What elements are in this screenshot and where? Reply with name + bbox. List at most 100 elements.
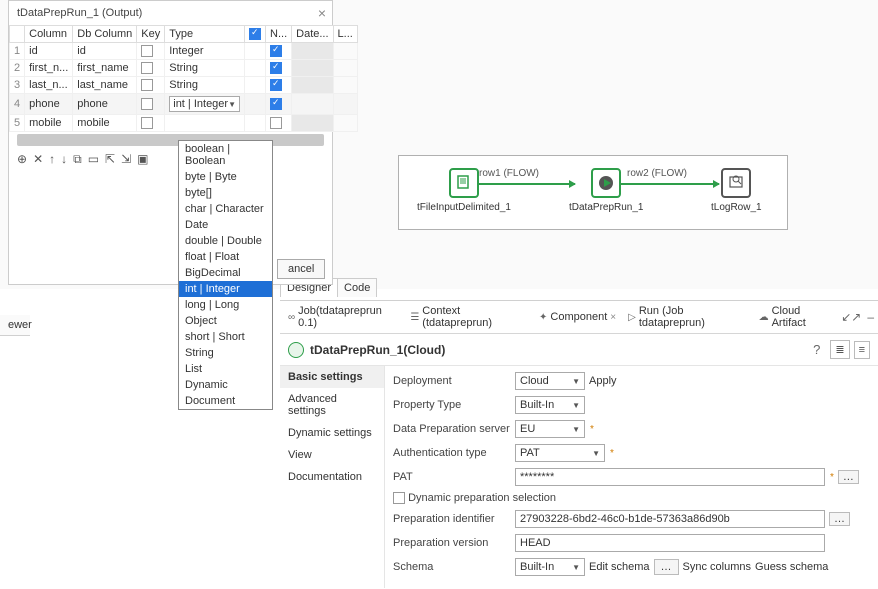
delete-row-icon[interactable]: ✕ [33,152,43,167]
settings-nav-item[interactable]: View [280,444,384,466]
date-pattern-cell[interactable] [292,94,333,115]
property-type-select[interactable]: Built-In▼ [515,396,585,414]
tab-context[interactable]: ☰Context (tdatapreprun) [406,303,531,331]
edit-schema-button[interactable]: … [654,559,679,575]
help-icon[interactable]: ? [813,342,820,357]
view-list-icon[interactable]: ≣ [830,340,849,359]
auth-select[interactable]: PAT▼ [515,444,605,462]
guess-schema-link[interactable]: Guess schema [755,561,828,573]
type-option[interactable]: byte | Byte [179,169,272,185]
schema-select[interactable]: Built-In▼ [515,558,585,576]
settings-nav-item[interactable]: Basic settings [280,366,384,388]
sync-columns-link[interactable]: Sync columns [683,561,751,573]
table-row[interactable]: 1ididInteger [10,43,358,60]
length-cell[interactable] [333,115,357,132]
type-option[interactable]: long | Long [179,297,272,313]
db-column-cell[interactable]: mobile [73,115,137,132]
column-header[interactable]: N... [266,26,292,43]
db-column-cell[interactable]: first_name [73,60,137,77]
type-option[interactable]: int | Integer [179,281,272,297]
column-header[interactable] [10,26,25,43]
nullable-checkbox[interactable] [270,117,282,129]
settings-nav-item[interactable]: Advanced settings [280,388,384,422]
pat-browse-button[interactable]: … [838,470,859,484]
column-header[interactable]: Key [137,26,165,43]
type-option[interactable]: double | Double [179,233,272,249]
column-header[interactable]: Db Column [73,26,137,43]
job-canvas[interactable]: row1 (FLOW) row2 (FLOW) tFileInputDelimi… [398,155,788,230]
column-header[interactable]: L... [333,26,357,43]
column-name-cell[interactable]: last_n... [25,77,73,94]
settings-nav-item[interactable]: Dynamic settings [280,422,384,444]
key-checkbox[interactable] [141,62,153,74]
date-pattern-cell[interactable] [292,77,333,94]
type-cell[interactable]: Integer [165,43,245,60]
column-name-cell[interactable]: phone [25,94,73,115]
type-option[interactable]: BigDecimal [179,265,272,281]
db-column-cell[interactable]: phone [73,94,137,115]
db-column-cell[interactable]: last_name [73,77,137,94]
prep-ver-field[interactable]: HEAD [515,534,825,552]
table-row[interactable]: 5mobilemobile [10,115,358,132]
column-header[interactable] [245,26,266,43]
header-checkbox[interactable] [249,28,261,40]
nullable-checkbox[interactable] [270,98,282,110]
save-icon[interactable]: ▣ [137,152,148,167]
view-compact-icon[interactable]: ≡ [854,341,870,359]
node-file-input[interactable]: tFileInputDelimited_1 [417,168,511,213]
settings-nav-item[interactable]: Documentation [280,466,384,488]
key-checkbox[interactable] [141,98,153,110]
pat-field[interactable]: ******** [515,468,825,486]
type-option[interactable]: Dynamic [179,377,272,393]
length-cell[interactable] [333,77,357,94]
nullable-checkbox[interactable] [270,79,282,91]
type-option[interactable]: float | Float [179,249,272,265]
export-icon[interactable]: ⇲ [121,152,131,167]
edit-schema-link[interactable]: Edit schema [589,561,650,573]
node-logrow[interactable]: tLogRow_1 [711,168,762,213]
type-option[interactable]: char | Character [179,201,272,217]
dps-select[interactable]: EU▼ [515,420,585,438]
key-checkbox[interactable] [141,45,153,57]
date-pattern-cell[interactable] [292,115,333,132]
apply-link[interactable]: Apply [589,375,617,387]
type-dropdown[interactable]: boolean | Booleanbyte | Bytebyte[]char |… [178,140,273,410]
table-row[interactable]: 3last_n...last_nameString [10,77,358,94]
move-up-icon[interactable]: ↑ [49,152,55,167]
type-cell[interactable]: int | Integer▼ [165,94,245,115]
column-header[interactable]: Column [25,26,73,43]
type-option[interactable]: Object [179,313,272,329]
prep-id-field[interactable]: 27903228-6bd2-46c0-b1de-57363a86d90b [515,510,825,528]
column-name-cell[interactable]: id [25,43,73,60]
length-cell[interactable] [333,94,357,115]
prep-id-browse-button[interactable]: … [829,512,850,526]
move-down-icon[interactable]: ↓ [61,152,67,167]
type-cell[interactable]: String [165,77,245,94]
close-icon[interactable]: × [318,5,326,21]
table-row[interactable]: 4phonephoneint | Integer▼ [10,94,358,115]
key-checkbox[interactable] [141,117,153,129]
type-cell[interactable]: String [165,60,245,77]
type-cell[interactable] [165,115,245,132]
length-cell[interactable] [333,60,357,77]
date-pattern-cell[interactable] [292,43,333,60]
nullable-checkbox[interactable] [270,62,282,74]
type-option[interactable]: String [179,345,272,361]
minimize-icon[interactable]: – [867,310,874,324]
node-dataprep[interactable]: tDataPrepRun_1 [569,168,644,213]
column-name-cell[interactable]: first_n... [25,60,73,77]
add-row-icon[interactable]: ⊕ [17,152,27,167]
collapse-icon[interactable]: ↙↗ [841,310,861,324]
type-option[interactable]: Document [179,393,272,409]
viewer-tab-fragment[interactable]: ewer [0,315,30,336]
tab-run[interactable]: ▷Run (Job tdatapreprun) [624,303,750,331]
tab-cloud[interactable]: ☁Cloud Artifact [755,303,838,331]
type-option[interactable]: List [179,361,272,377]
cancel-button[interactable]: ancel [277,259,325,279]
db-column-cell[interactable]: id [73,43,137,60]
length-cell[interactable] [333,43,357,60]
tab-code[interactable]: Code [337,278,377,297]
type-option[interactable]: boolean | Boolean [179,141,272,169]
type-option[interactable]: Date [179,217,272,233]
column-header[interactable]: Date... [292,26,333,43]
